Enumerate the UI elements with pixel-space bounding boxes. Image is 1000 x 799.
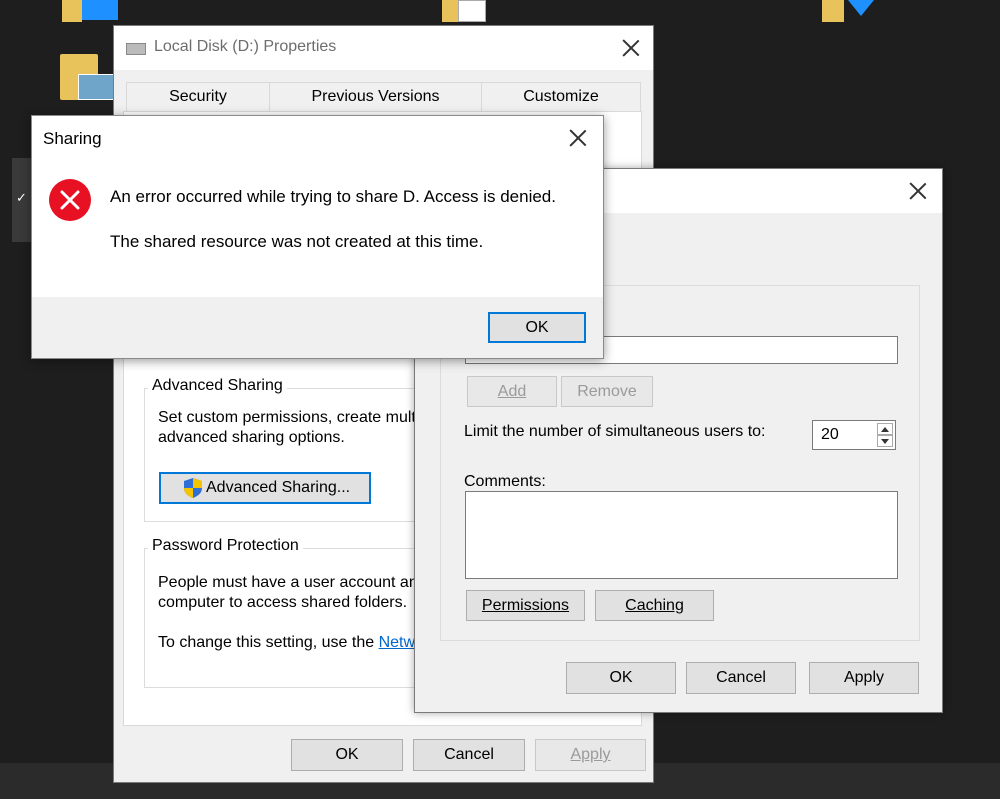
- error-icon: [48, 178, 92, 222]
- advanced-sharing-button[interactable]: Advanced Sharing...: [159, 472, 371, 504]
- remove-button[interactable]: Remove: [561, 376, 653, 407]
- error-ok-button[interactable]: OK: [488, 312, 586, 343]
- permissions-button[interactable]: Permissions: [466, 590, 585, 621]
- network-sharing-center-link[interactable]: Netw: [379, 634, 415, 651]
- password-protection-desc-line2: computer to access shared folders.: [158, 594, 408, 611]
- password-protection-desc-line1: People must have a user account an: [158, 574, 418, 591]
- password-protection-group: [144, 548, 434, 688]
- change-setting-text: To change this setting, use the Netw: [158, 634, 415, 652]
- advanced-sharing-button-label: Advanced Sharing...: [206, 479, 351, 496]
- password-protection-group-label: Password Protection: [148, 537, 303, 555]
- advanced-cancel-button[interactable]: Cancel: [686, 662, 796, 694]
- desktop-document-folder-icon[interactable]: [442, 0, 492, 24]
- comments-label: Comments:: [464, 473, 546, 490]
- error-message-line1: An error occurred while trying to share …: [110, 187, 556, 206]
- close-icon[interactable]: [568, 128, 588, 148]
- tab-customize[interactable]: Customize: [481, 82, 641, 112]
- properties-apply-button[interactable]: Apply: [535, 739, 646, 771]
- change-setting-prefix: To change this setting, use the: [158, 634, 379, 651]
- tab-previous-versions[interactable]: Previous Versions: [269, 82, 482, 112]
- properties-titlebar: Local Disk (D:) Properties: [114, 26, 653, 70]
- properties-title: Local Disk (D:) Properties: [154, 38, 337, 55]
- advanced-sharing-group-label: Advanced Sharing: [148, 377, 287, 395]
- advanced-apply-button[interactable]: Apply: [809, 662, 919, 694]
- checkmark-icon: ✓: [16, 190, 27, 205]
- desktop-download-folder-icon[interactable]: [822, 0, 878, 24]
- stepper-down-icon[interactable]: [877, 435, 893, 447]
- properties-ok-button[interactable]: OK: [291, 739, 403, 771]
- desktop-folder-icon[interactable]: [60, 0, 120, 26]
- advanced-sharing-desc-line2: advanced sharing options.: [158, 429, 345, 446]
- error-dialog-title: Sharing: [43, 129, 102, 148]
- caching-button-label: Caching: [625, 597, 684, 614]
- advanced-ok-button[interactable]: OK: [566, 662, 676, 694]
- sharing-error-dialog: Sharing An error occurred while trying t…: [31, 115, 604, 359]
- limit-users-value: 20: [821, 426, 839, 443]
- comments-textarea[interactable]: [465, 491, 898, 579]
- caching-button[interactable]: Caching: [595, 590, 714, 621]
- permissions-button-label: Permissions: [481, 597, 570, 614]
- close-icon[interactable]: [908, 181, 928, 201]
- drive-icon: [126, 43, 146, 55]
- uac-shield-icon: [182, 477, 204, 499]
- background-panel: ✓: [12, 158, 32, 242]
- stepper-up-icon[interactable]: [877, 423, 893, 435]
- add-button[interactable]: Add: [467, 376, 557, 407]
- limit-users-label: Limit the number of simultaneous users t…: [464, 423, 766, 440]
- remove-button-label: Remove: [577, 383, 637, 400]
- close-icon[interactable]: [621, 38, 641, 58]
- desktop-folder-pictures-icon[interactable]: [60, 46, 116, 108]
- properties-cancel-button[interactable]: Cancel: [413, 739, 525, 771]
- add-button-label: Add: [497, 383, 527, 400]
- advanced-sharing-desc-line1: Set custom permissions, create multi: [158, 409, 420, 426]
- error-message-line2: The shared resource was not created at t…: [110, 232, 484, 251]
- limit-users-stepper[interactable]: 20: [812, 420, 896, 450]
- tab-security[interactable]: Security: [126, 82, 270, 112]
